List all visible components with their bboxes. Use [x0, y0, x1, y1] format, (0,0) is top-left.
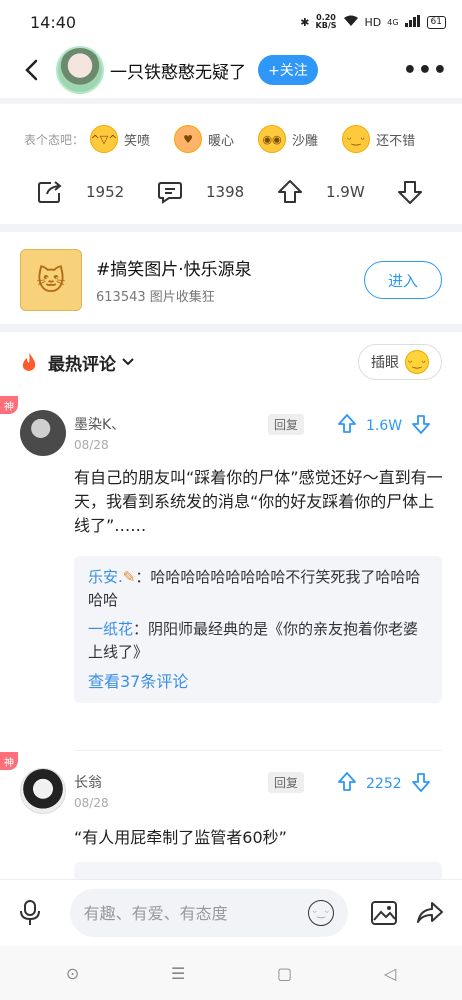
author-name[interactable]: 一只铁憨憨无疑了 [110, 58, 246, 83]
commenter-avatar[interactable] [20, 768, 66, 814]
share-arrow-icon[interactable] [416, 900, 444, 926]
microphone-icon[interactable] [18, 899, 42, 927]
stats-row: 1952 1398 1.9W [0, 170, 462, 214]
commenter-name[interactable]: 长翁 [74, 772, 102, 792]
comment-body: “有人用屁牵制了监管者60秒” [74, 828, 287, 847]
share-count: 1952 [86, 183, 125, 201]
laugh-cry-emoji-icon[interactable]: ^▽^ [90, 125, 119, 153]
back-arrow-icon[interactable] [20, 59, 42, 81]
upvote-count: 1.9W [326, 183, 365, 201]
more-options-icon[interactable]: ••• [403, 58, 448, 83]
commenter-name[interactable]: 墨染K、 [74, 414, 125, 434]
comment-date: 08/28 [74, 796, 109, 810]
topic-thumbnail[interactable]: 🐱 [20, 249, 82, 311]
comment-icon[interactable] [156, 178, 184, 206]
upvote-icon[interactable] [276, 178, 304, 206]
topic-subtitle: 613543 图片收集狂 [96, 290, 215, 305]
image-upload-icon[interactable] [370, 900, 398, 926]
comment-input[interactable] [83, 903, 304, 923]
hot-comments-title[interactable]: 最热评论 [48, 350, 116, 375]
comment-count: 1398 [206, 183, 245, 201]
reaction-label-warm[interactable]: 暖心 [208, 130, 234, 149]
okay-emoji-icon[interactable]: ᵕ‿ᵕ [342, 125, 371, 153]
reaction-row: 表个态吧： ^▽^ 笑喷 ♥ 暖心 ◉◉ 沙雕 ᵕ‿ᵕ 还不错 [0, 118, 462, 160]
hot-comments-header: 最热评论 插眼 ᵕ‿ᵕ [0, 338, 462, 386]
smile-emoji-icon: ᵕ‿ᵕ [405, 350, 429, 374]
share-icon[interactable] [36, 178, 64, 206]
topic-title[interactable]: #搞笑图片·快乐源泉 [96, 255, 252, 280]
comment-body: 有自己的朋友叫“踩着你的尸体”感觉还好～直到有一天，我看到系统发的消息“你的好友… [74, 468, 443, 535]
upvote-icon[interactable] [338, 772, 356, 796]
insert-eye-button[interactable]: 插眼 ᵕ‿ᵕ [358, 344, 442, 380]
wifi-icon [343, 15, 359, 30]
reaction-prompt: 表个态吧： [24, 132, 85, 147]
network-speed: 0.20 KB/S [316, 14, 337, 30]
comment-item: 神 墨染K、 08/28 回复 1.6W 有自己的朋友叫“踩着你的尸体”感觉还好… [0, 396, 462, 746]
battery-indicator: 61 [426, 15, 446, 29]
status-time: 14:40 [30, 12, 77, 32]
system-nav-bar: ⊙ ☰ ▢ ◁ [0, 946, 462, 1000]
reply-item: 一纸花：阴阳师最经典的是《你的亲友抱着你老婆上线了》 [88, 618, 428, 664]
assistant-icon[interactable]: ⊙ [66, 964, 79, 983]
reaction-label-laugh[interactable]: 笑喷 [124, 130, 150, 149]
comment-input-wrapper: ᵕ‿ᵕ [69, 889, 348, 937]
signal-icon [404, 14, 421, 30]
silly-emoji-icon[interactable]: ◉◉ [258, 125, 287, 153]
follow-button[interactable]: +关注 [258, 55, 318, 85]
comment-vote: 2252 [338, 772, 430, 796]
downvote-icon[interactable] [412, 414, 431, 438]
comment-date: 08/28 [74, 438, 109, 452]
chevron-down-icon[interactable] [122, 355, 134, 370]
divider [0, 324, 462, 332]
signal-label: 4G [387, 17, 399, 27]
reply-text: ：哈哈哈哈哈哈哈哈哈不行笑死我了哈哈哈哈哈 [88, 568, 421, 609]
status-bar: 14:40 ✱ 0.20 KB/S HD 4G 61 [0, 0, 462, 44]
replies-box[interactable]: 乐安.✎：哈哈哈哈哈哈哈哈哈不行笑死我了哈哈哈哈哈 一纸花：阴阳师最经典的是《你… [74, 556, 442, 703]
upvote-icon[interactable] [338, 414, 356, 438]
divider [0, 98, 462, 104]
downvote-icon[interactable] [411, 772, 430, 796]
commenter-avatar[interactable] [20, 410, 66, 456]
comment-like-count: 1.6W [366, 418, 403, 434]
replies-box[interactable] [74, 862, 442, 880]
reply-text: ：阴阳师最经典的是《你的亲友抱着你老婆上线了》 [88, 620, 419, 661]
comment-input-bar: ᵕ‿ᵕ [0, 880, 462, 946]
reaction-label-silly[interactable]: 沙雕 [292, 130, 318, 149]
comment-vote: 1.6W [338, 414, 431, 438]
menu-icon[interactable]: ☰ [171, 964, 185, 983]
reply-user-badge-icon: ✎ [122, 568, 136, 586]
heart-hug-emoji-icon[interactable]: ♥ [174, 125, 203, 153]
insert-eye-label: 插眼 [371, 355, 399, 371]
reply-user[interactable]: 乐安. [88, 568, 123, 586]
reply-button[interactable]: 回复 [268, 772, 305, 793]
god-comment-badge: 神 [0, 396, 18, 414]
divider [74, 750, 442, 751]
reaction-label-okay[interactable]: 还不错 [376, 130, 415, 149]
bluetooth-icon: ✱ [300, 15, 310, 29]
emoji-picker-icon[interactable]: ᵕ‿ᵕ [308, 900, 334, 926]
author-avatar[interactable] [56, 46, 104, 94]
top-nav-bar: 一只铁憨憨无疑了 +关注 ••• [0, 44, 462, 96]
topic-card[interactable]: 🐱 #搞笑图片·快乐源泉 613543 图片收集狂 进入 [0, 240, 462, 320]
see-more-replies-link[interactable]: 查看37条评论 [88, 670, 428, 693]
reply-button[interactable]: 回复 [268, 414, 305, 435]
comment-item: 神 长翁 08/28 回复 2252 “有人用屁牵制了监管者60秒” [0, 752, 462, 880]
reply-user[interactable]: 一纸花 [88, 620, 133, 638]
divider [0, 224, 462, 232]
comment-like-count: 2252 [366, 776, 402, 792]
downvote-icon[interactable] [396, 178, 424, 206]
home-icon[interactable]: ▢ [277, 964, 292, 983]
status-icons: ✱ 0.20 KB/S HD 4G 61 [300, 14, 446, 30]
hd-label: HD [364, 15, 382, 29]
reply-item: 乐安.✎：哈哈哈哈哈哈哈哈哈不行笑死我了哈哈哈哈哈 [88, 566, 428, 612]
speed-unit: KB/S [315, 21, 337, 30]
back-icon[interactable]: ◁ [384, 964, 396, 983]
topic-info: #搞笑图片·快乐源泉 613543 图片收集狂 [96, 255, 252, 305]
fire-icon [20, 352, 38, 372]
god-comment-badge: 神 [0, 752, 18, 770]
enter-topic-button[interactable]: 进入 [364, 261, 442, 299]
